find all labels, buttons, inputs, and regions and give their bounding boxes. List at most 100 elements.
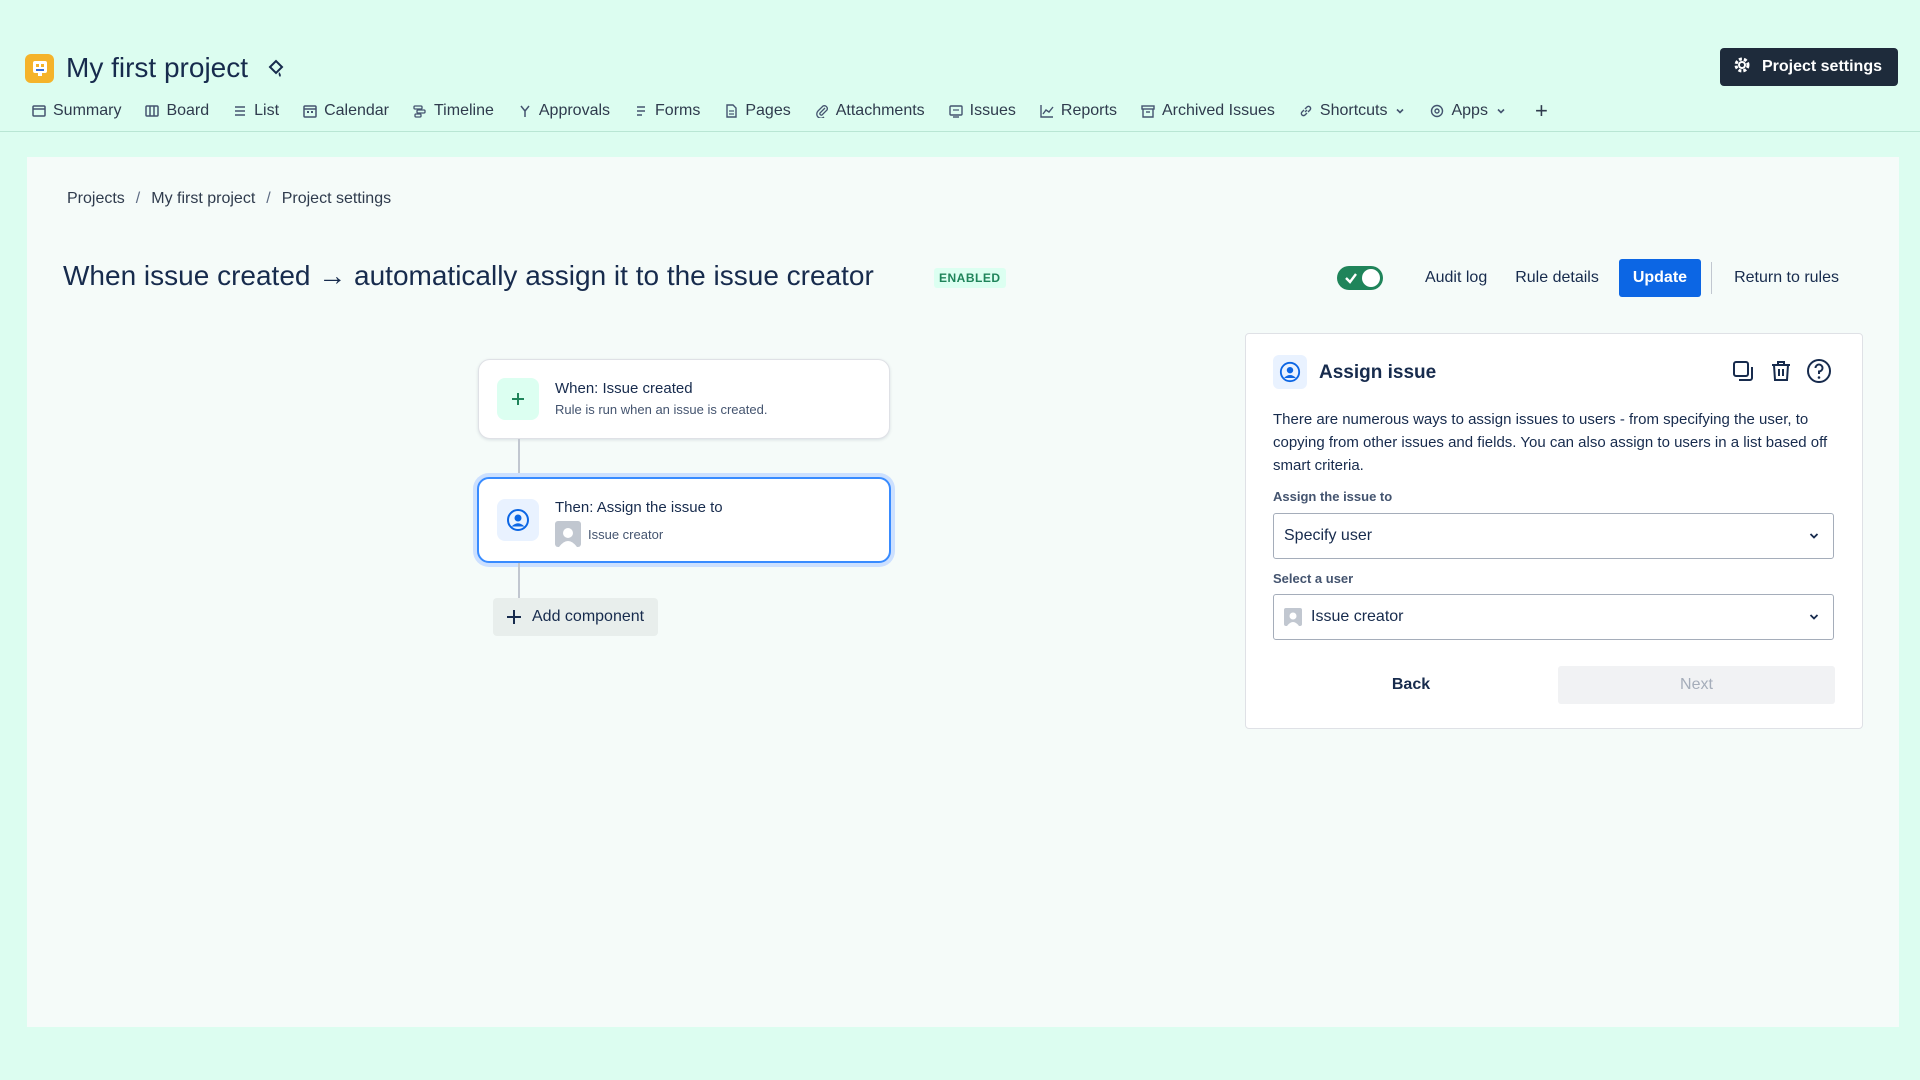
nav-label: Apps — [1451, 102, 1488, 119]
return-to-rules-button[interactable]: Return to rules — [1720, 259, 1853, 297]
chevron-down-icon — [1396, 108, 1405, 114]
nav-item-reports[interactable]: Reports — [1040, 102, 1117, 120]
plus-icon — [497, 378, 539, 420]
chevron-down-icon — [1497, 108, 1505, 114]
nav-item-issues[interactable]: Issues — [948, 102, 1016, 120]
breadcrumb-projects[interactable]: Projects — [67, 190, 125, 208]
calendar-icon — [303, 105, 317, 118]
check-icon — [1345, 273, 1357, 284]
breadcrumb-separator: / — [135, 190, 141, 207]
nav-label: Issues — [969, 102, 1016, 119]
select-user-value: Issue creator — [1284, 608, 1807, 626]
nav-label: Attachments — [835, 102, 925, 119]
rule-editor: Projects / My first project / Project se… — [27, 157, 1899, 1027]
link-icon — [1300, 105, 1312, 117]
breadcrumb-project[interactable]: My first project — [151, 190, 255, 208]
select-user-text: Issue creator — [1311, 608, 1404, 625]
duplicate-icon[interactable] — [1730, 358, 1756, 384]
nav-label: Shortcuts — [1319, 102, 1388, 119]
list-icon — [235, 106, 246, 116]
add-component-button[interactable]: Add component — [493, 598, 659, 636]
assign-issue-label: Assign the issue to — [1273, 489, 1393, 504]
project-title: My first project — [66, 52, 249, 83]
add-component-label: Add component — [532, 608, 645, 625]
nav-item-pages[interactable]: Pages — [724, 102, 791, 120]
user-avatar-icon — [555, 521, 581, 547]
nav-item-calendar[interactable]: Calendar — [303, 102, 389, 120]
nav-item-forms[interactable]: Forms — [634, 102, 700, 120]
action-subtitle: Issue creator — [555, 521, 663, 547]
rule-title: When issue created → automatically assig… — [63, 260, 874, 291]
nav-label: List — [254, 102, 280, 119]
back-button[interactable]: Back — [1273, 666, 1549, 704]
breadcrumb: Projects / My first project / Project se… — [67, 190, 391, 208]
nav-item-approvals[interactable]: Approvals — [518, 102, 610, 120]
assign-issue-select[interactable]: Specify user — [1273, 513, 1834, 559]
toolbar-divider — [1711, 262, 1713, 294]
project-settings-label: Project settings — [1761, 58, 1882, 75]
project-settings-button[interactable]: Project settings — [1719, 48, 1898, 86]
update-button[interactable]: Update — [1618, 259, 1702, 297]
rule-toolbar: Audit log Rule details Update Return to … — [1336, 259, 1853, 297]
panel-title: Assign issue — [1319, 362, 1437, 383]
approvals-icon — [520, 105, 530, 117]
nav-label: Board — [166, 102, 210, 119]
nav-label: Calendar — [324, 102, 389, 119]
nav-item-apps[interactable]: Apps — [1430, 102, 1506, 120]
nav-item-list[interactable]: List — [233, 102, 279, 120]
action-subtitle-label: Issue creator — [588, 526, 664, 542]
chevron-down-icon — [1809, 614, 1819, 620]
panel-description: There are numerous ways to assign issues… — [1273, 411, 1828, 474]
summary-icon — [32, 105, 46, 117]
trigger-title: When: Issue created — [555, 380, 693, 397]
breadcrumb-separator: / — [266, 190, 271, 207]
nav-item-summary[interactable]: Summary — [32, 102, 121, 120]
paint-brush-icon[interactable] — [266, 57, 288, 79]
nav-label: Pages — [745, 102, 791, 119]
rule-details-button[interactable]: Rule details — [1501, 259, 1613, 297]
user-circle-icon — [497, 499, 539, 541]
nav-item-timeline[interactable]: Timeline — [413, 102, 494, 120]
trash-icon[interactable] — [1768, 358, 1794, 384]
reports-icon — [1040, 105, 1054, 118]
chevron-down-icon — [1809, 533, 1819, 539]
select-user-label: Select a user — [1273, 571, 1354, 586]
help-icon[interactable] — [1806, 358, 1832, 384]
status-badge: ENABLED — [934, 268, 1006, 288]
board-icon — [145, 105, 160, 117]
issues-icon — [948, 105, 963, 118]
nav-label: Approvals — [538, 102, 611, 119]
audit-log-button[interactable]: Audit log — [1411, 259, 1501, 297]
nav-label: Timeline — [434, 102, 494, 119]
project-title-row: My first project — [25, 48, 288, 88]
nav-item-board[interactable]: Board — [145, 102, 209, 120]
trigger-card[interactable]: When: Issue created Rule is run when an … — [478, 359, 890, 439]
archive-icon — [1141, 105, 1155, 118]
timeline-icon — [413, 105, 426, 118]
apps-icon — [1431, 104, 1444, 118]
assign-issue-value: Specify user — [1284, 527, 1373, 544]
project-header: My first project Project settings Summar… — [0, 0, 1920, 132]
nav-item-attachments[interactable]: Attachments — [815, 102, 925, 120]
action-title: Then: Assign the issue to — [555, 499, 723, 516]
nav-label: Summary — [53, 102, 122, 119]
action-card[interactable]: Then: Assign the issue to Issue creator — [477, 477, 891, 563]
breadcrumb-project-settings[interactable]: Project settings — [282, 190, 391, 208]
nav-item-archived-issues[interactable]: Archived Issues — [1141, 102, 1275, 120]
pages-icon — [726, 104, 738, 118]
nav-item-shortcuts[interactable]: Shortcuts — [1299, 102, 1407, 120]
assign-issue-panel: Assign issue There are numerous ways to … — [1245, 333, 1863, 729]
project-nav: Summary Board List Calendar Timeline App… — [32, 98, 1548, 124]
nav-label: Forms — [655, 102, 701, 119]
panel-actions — [1730, 358, 1832, 384]
trigger-subtitle: Rule is run when an issue is created. — [555, 402, 768, 417]
add-nav-item-button[interactable]: + — [1535, 100, 1548, 122]
project-avatar-icon[interactable] — [25, 53, 54, 83]
flow-connector — [518, 563, 520, 598]
select-user-select[interactable]: Issue creator — [1273, 594, 1834, 640]
nav-label: Archived Issues — [1161, 102, 1275, 119]
next-button[interactable]: Next — [1558, 666, 1835, 704]
user-circle-icon — [1273, 355, 1307, 389]
toggle-knob — [1361, 269, 1380, 287]
rule-enabled-toggle[interactable] — [1336, 266, 1383, 290]
